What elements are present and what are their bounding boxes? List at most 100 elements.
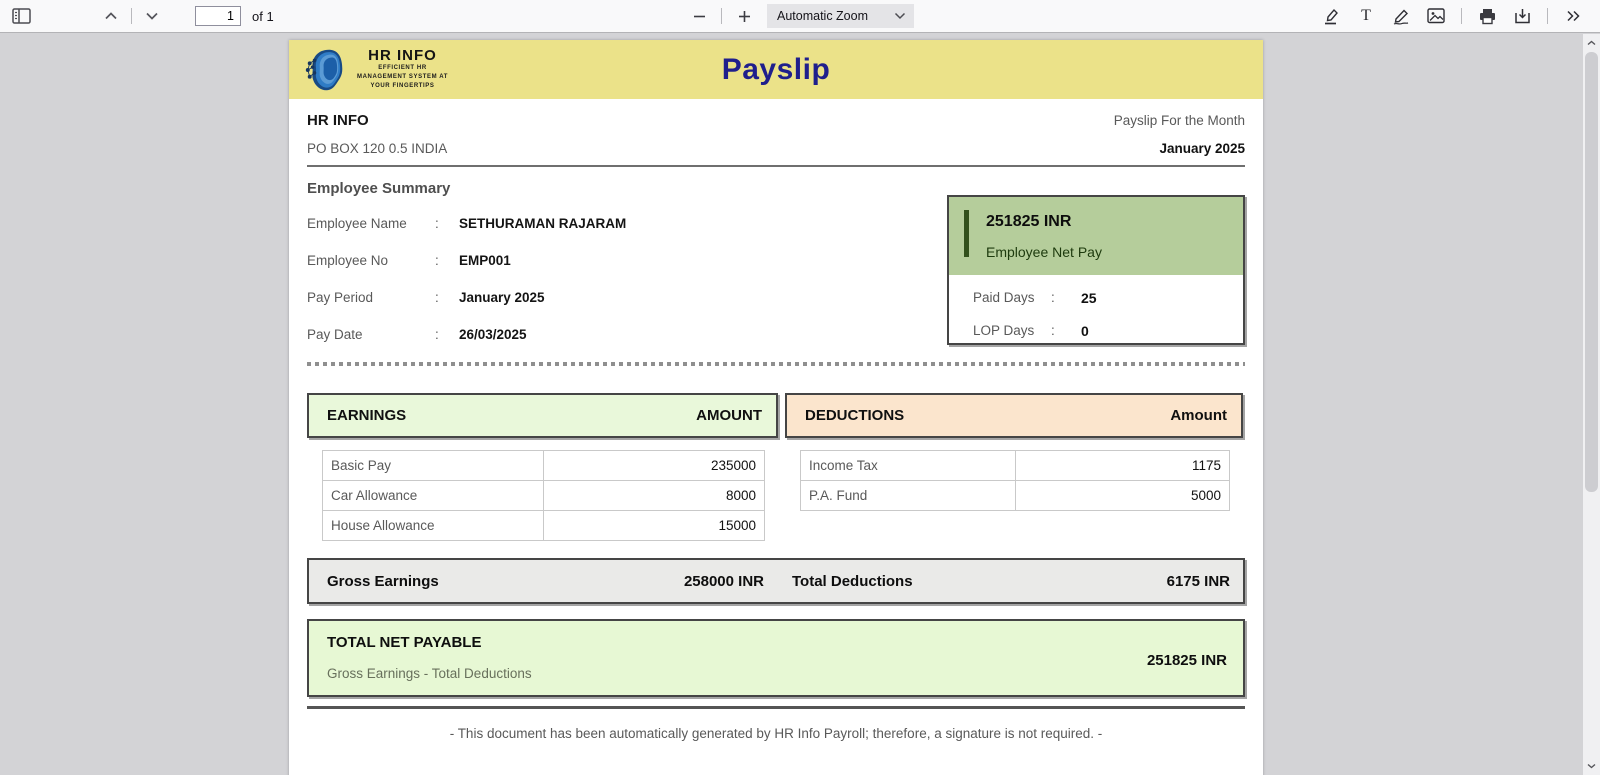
vertical-scrollbar[interactable] <box>1583 34 1600 775</box>
zoom-out-button[interactable] <box>686 3 712 29</box>
zoom-in-button[interactable] <box>731 3 757 29</box>
chevron-down-icon <box>894 12 906 20</box>
lop-days-label: LOP Days <box>973 323 1035 338</box>
field-colon: : <box>435 327 439 342</box>
table-row: P.A. Fund 5000 <box>800 480 1230 511</box>
deduction-name: Income Tax <box>800 450 1016 481</box>
total-deductions-label: Total Deductions <box>792 572 913 590</box>
double-chevron-right-icon <box>1566 10 1580 22</box>
table-row: Car Allowance 8000 <box>322 480 765 511</box>
net-pay-accent-bar <box>964 210 969 257</box>
deduction-name: P.A. Fund <box>800 480 1016 511</box>
zoom-level-dropdown[interactable]: Automatic Zoom <box>766 4 915 28</box>
total-net-payable-formula: Gross Earnings - Total Deductions <box>327 666 532 681</box>
net-pay-box: 251825 INR Employee Net Pay Paid Days : … <box>947 195 1245 345</box>
plus-icon <box>738 10 750 22</box>
deductions-header: DEDUCTIONS Amount <box>785 393 1243 438</box>
table-row: Income Tax 1175 <box>800 450 1230 481</box>
deduction-amount: 1175 <box>1014 450 1230 481</box>
field-label: Pay Date <box>307 327 363 342</box>
summary-row-employee-name: Employee Name : SETHURAMAN RAJARAM <box>307 214 947 234</box>
gross-earnings-value: 258000 INR <box>683 572 764 590</box>
total-deductions-value: 6175 INR <box>1166 572 1230 590</box>
previous-page-button[interactable] <box>98 3 124 29</box>
sidebar-toggle-button[interactable] <box>8 3 34 29</box>
payslip-banner: HR INFO EFFICIENT HR MANAGEMENT SYSTEM A… <box>289 40 1263 99</box>
zoom-level-value: Automatic Zoom <box>776 9 869 23</box>
payslip-for-month-label: Payslip For the Month <box>1113 113 1245 128</box>
deductions-amount-header: Amount <box>1170 407 1227 424</box>
total-net-payable-label: TOTAL NET PAYABLE <box>327 634 482 651</box>
next-page-button[interactable] <box>139 3 165 29</box>
paid-days-label: Paid Days <box>973 290 1035 305</box>
earning-amount: 8000 <box>543 480 765 511</box>
paid-days-value: 25 <box>1081 290 1097 306</box>
field-colon: : <box>435 290 439 305</box>
text-tool-button[interactable]: T <box>1353 3 1379 29</box>
download-icon <box>1514 8 1530 23</box>
draw-tool-button[interactable] <box>1388 3 1414 29</box>
earning-name: Car Allowance <box>322 480 544 511</box>
table-row: House Allowance 15000 <box>322 510 765 541</box>
field-label: Employee No <box>307 253 389 268</box>
pdf-viewer-canvas-area: HR INFO EFFICIENT HR MANAGEMENT SYSTEM A… <box>0 34 1600 775</box>
auto-generated-notice: - This document has been automatically g… <box>449 726 1103 741</box>
company-address: PO BOX 120 0.5 INDIA <box>307 141 448 156</box>
net-pay-caption: Employee Net Pay <box>986 244 1102 260</box>
deduction-amount: 5000 <box>1014 480 1230 511</box>
pdf-viewer-toolbar: of 1 Automatic Zoom <box>0 0 1600 33</box>
page-number-input[interactable] <box>195 6 241 26</box>
field-value: January 2025 <box>459 290 545 305</box>
field-colon: : <box>435 216 439 231</box>
total-net-payable-amount: 251825 INR <box>1146 652 1227 669</box>
field-value: 26/03/2025 <box>459 327 527 342</box>
save-button[interactable] <box>1509 3 1535 29</box>
print-button[interactable] <box>1474 3 1500 29</box>
scroll-down-arrow[interactable] <box>1583 758 1600 774</box>
toolbar-separator <box>720 8 722 24</box>
scroll-up-arrow[interactable] <box>1583 35 1600 51</box>
earnings-header-label: EARNINGS <box>327 407 407 424</box>
text-icon: T <box>1361 7 1371 24</box>
field-label: Pay Period <box>307 290 374 305</box>
payslip-page: HR INFO EFFICIENT HR MANAGEMENT SYSTEM A… <box>289 40 1263 775</box>
toolbar-separator <box>131 8 132 24</box>
minus-icon <box>693 15 705 17</box>
field-colon: : <box>1051 323 1055 338</box>
highlight-tool-button[interactable] <box>1318 3 1344 29</box>
dotted-divider <box>307 362 1245 366</box>
page-count-label: of 1 <box>252 8 274 24</box>
toolbar-separator <box>1461 8 1462 24</box>
summary-row-pay-period: Pay Period : January 2025 <box>307 288 947 308</box>
totals-row: Gross Earnings 258000 INR Total Deductio… <box>307 558 1245 604</box>
payslip-month-value: January 2025 <box>1159 141 1245 156</box>
highlighter-icon <box>1324 8 1338 24</box>
toolbar-separator <box>1547 8 1548 24</box>
field-colon: : <box>435 253 439 268</box>
payslip-title: Payslip <box>721 52 831 86</box>
paid-days-row: Paid Days : 25 <box>949 288 1243 308</box>
chevron-down-icon <box>146 12 158 20</box>
printer-icon <box>1479 8 1495 24</box>
scrollbar-thumb[interactable] <box>1585 52 1598 492</box>
earnings-header: EARNINGS AMOUNT <box>307 393 778 438</box>
company-name: HR INFO <box>307 112 369 129</box>
net-pay-header: 251825 INR Employee Net Pay <box>949 197 1243 275</box>
earning-name: Basic Pay <box>322 450 544 481</box>
field-value: SETHURAMAN RAJARAM <box>459 216 627 231</box>
net-pay-amount: 251825 INR <box>986 213 1072 230</box>
earning-name: House Allowance <box>322 510 544 541</box>
footer-divider <box>307 706 1245 709</box>
ink-pen-icon <box>1393 8 1409 25</box>
summary-row-pay-date: Pay Date : 26/03/2025 <box>307 325 947 345</box>
image-icon <box>1427 8 1445 24</box>
chevron-up-icon <box>105 12 117 20</box>
earnings-amount-header: AMOUNT <box>696 407 762 424</box>
image-tool-button[interactable] <box>1423 3 1449 29</box>
earning-amount: 15000 <box>543 510 765 541</box>
total-net-payable-box: TOTAL NET PAYABLE Gross Earnings - Total… <box>307 619 1245 697</box>
field-colon: : <box>1051 290 1055 305</box>
more-tools-button[interactable] <box>1560 3 1586 29</box>
employee-summary-heading: Employee Summary <box>307 180 451 197</box>
field-value: EMP001 <box>459 253 511 268</box>
